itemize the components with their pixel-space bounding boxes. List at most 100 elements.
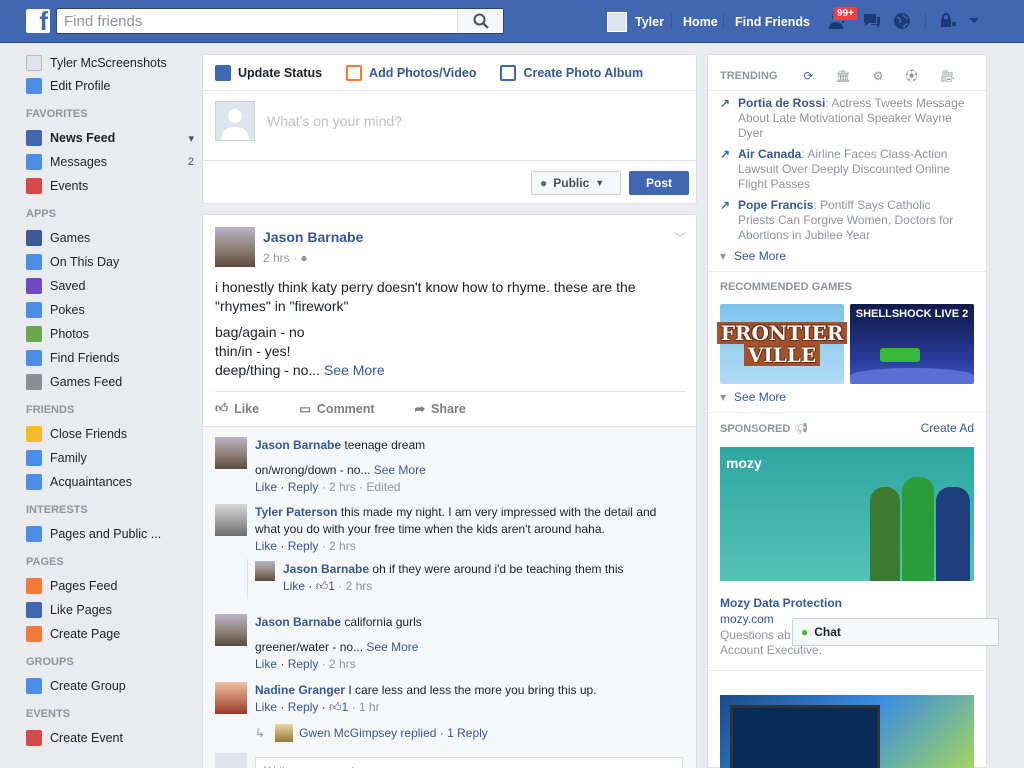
ad-image[interactable]: mozy bbox=[720, 447, 974, 581]
globe-icon[interactable] bbox=[892, 11, 912, 31]
sidebar-item-events[interactable]: Events bbox=[26, 174, 194, 198]
write-comment-input[interactable]: Write a comment... bbox=[255, 757, 683, 768]
messages-icon[interactable] bbox=[862, 11, 882, 31]
comment-reply-link[interactable]: Reply bbox=[288, 480, 319, 494]
ad-url[interactable]: mozy.com bbox=[720, 612, 774, 626]
comment-author[interactable]: Jason Barnabe bbox=[255, 615, 341, 629]
comment-button[interactable]: ▭ Comment bbox=[299, 401, 374, 417]
avatar[interactable] bbox=[215, 437, 247, 469]
find-friends-link[interactable]: Find Friends bbox=[735, 0, 810, 43]
comment-like-link[interactable]: Like bbox=[255, 700, 277, 714]
ad-title[interactable]: Mozy Data Protection bbox=[720, 596, 842, 610]
create-event-icon bbox=[26, 730, 42, 746]
audience-selector[interactable]: ● Public ▼ bbox=[531, 171, 621, 195]
sidebar-section-title[interactable]: EVENTS bbox=[26, 702, 194, 726]
sidebar-item-close-friends[interactable]: Close Friends bbox=[26, 422, 194, 446]
sidebar-item-messages[interactable]: Messages 2 bbox=[26, 150, 194, 174]
trending-item[interactable]: ↗ Pope Francis: Pontiff Says Catholic Pri… bbox=[720, 198, 968, 243]
sidebar-item-family[interactable]: Family bbox=[26, 446, 194, 470]
sidebar-item-pages-and-public[interactable]: Pages and Public ... bbox=[26, 522, 194, 546]
pages-feed-icon bbox=[26, 578, 42, 594]
avatar[interactable] bbox=[215, 504, 247, 536]
sidebar-item-like-pages[interactable]: Like Pages bbox=[26, 598, 194, 622]
trending-arrow-icon: ↗ bbox=[720, 198, 731, 212]
sidebar-item-games-feed[interactable]: Games Feed bbox=[26, 370, 194, 394]
sidebar-item-games[interactable]: Games bbox=[26, 226, 194, 250]
sidebar-item-news-feed[interactable]: News Feed ▾ bbox=[26, 126, 194, 150]
create-ad-link[interactable]: Create Ad bbox=[921, 421, 974, 435]
sidebar-item-acquaintances[interactable]: Acquaintances bbox=[26, 470, 194, 494]
game-shellshock-live-2[interactable]: SHELLSHOCK LIVE 2 bbox=[850, 304, 974, 384]
post-timestamp[interactable]: 2 hrs · ● bbox=[263, 251, 308, 265]
science-tab-icon[interactable]: ⚙ bbox=[873, 69, 884, 83]
tab-add-photos-video[interactable]: Add Photos/Video bbox=[346, 64, 476, 81]
avatar[interactable] bbox=[255, 561, 275, 581]
comment-reply-link[interactable]: Reply bbox=[288, 700, 319, 714]
sidebar-item-pages-feed[interactable]: Pages Feed bbox=[26, 574, 194, 598]
avatar[interactable] bbox=[215, 227, 255, 267]
politics-tab-icon[interactable]: 🏛︎ bbox=[836, 69, 851, 83]
sidebar-item-create-group[interactable]: Create Group bbox=[26, 674, 194, 698]
sidebar-section-title[interactable]: INTERESTS bbox=[26, 498, 194, 522]
avatar[interactable] bbox=[215, 614, 247, 646]
share-button[interactable]: ➦ Share bbox=[415, 401, 466, 417]
sidebar-item-on-this-day[interactable]: On This Day bbox=[26, 250, 194, 274]
see-more-link[interactable]: See More bbox=[366, 640, 418, 654]
post-options-chevron-icon[interactable]: ﹀ bbox=[674, 229, 686, 246]
sidebar-section-title[interactable]: PAGES bbox=[26, 550, 194, 574]
chevron-down-icon: ▼ bbox=[595, 178, 605, 188]
entertainment-tab-icon[interactable]: 🎥︎ bbox=[940, 69, 955, 83]
game-frontierville[interactable]: FRONTIER VILLE bbox=[716, 304, 848, 384]
sidebar-section-title[interactable]: FAVORITES bbox=[26, 102, 194, 126]
privacy-lock-icon[interactable] bbox=[938, 11, 958, 31]
sidebar-item-create-page[interactable]: Create Page bbox=[26, 622, 194, 646]
games-see-more-link[interactable]: See More bbox=[720, 390, 786, 404]
comment-author[interactable]: Jason Barnabe bbox=[255, 438, 341, 452]
search-button[interactable] bbox=[457, 9, 503, 33]
like-button[interactable]: 👍︎ Like bbox=[215, 401, 259, 416]
comment-reply-link[interactable]: Reply bbox=[288, 539, 319, 553]
status-input[interactable]: What's on your mind? bbox=[267, 113, 402, 129]
sports-tab-icon[interactable]: ⚽︎ bbox=[906, 67, 918, 84]
post-author[interactable]: Jason Barnabe bbox=[263, 229, 363, 245]
chevron-down-icon[interactable]: ▾ bbox=[188, 132, 194, 145]
like-pages-icon bbox=[26, 602, 42, 618]
sidebar-section-title[interactable]: FRIENDS bbox=[26, 398, 194, 422]
avatar[interactable] bbox=[215, 682, 247, 714]
comment-like-link[interactable]: Like bbox=[255, 480, 277, 494]
post-button[interactable]: Post bbox=[629, 171, 689, 195]
see-more-link[interactable]: See More bbox=[374, 463, 426, 477]
sidebar-section-title[interactable]: GROUPS bbox=[26, 650, 194, 674]
facebook-logo[interactable]: f bbox=[26, 6, 50, 36]
see-more-link[interactable]: See More bbox=[324, 362, 385, 378]
search-input[interactable] bbox=[57, 9, 457, 33]
sidebar-item-pokes[interactable]: Pokes bbox=[26, 298, 194, 322]
trending-item[interactable]: ↗ Portia de Rossi: Actress Tweets Message… bbox=[720, 96, 968, 141]
chat-bar[interactable]: ● Chat bbox=[792, 618, 999, 646]
trending-see-more-link[interactable]: See More bbox=[720, 249, 968, 263]
sidebar-profile-link[interactable]: Tyler McScreenshots bbox=[26, 52, 194, 74]
comment-like-link[interactable]: Like bbox=[255, 657, 277, 671]
sidebar-section-title[interactable]: APPS bbox=[26, 202, 194, 226]
comment-author[interactable]: Jason Barnabe bbox=[283, 562, 369, 576]
tab-update-status[interactable]: Update Status bbox=[215, 64, 322, 81]
sidebar-item-saved[interactable]: Saved bbox=[26, 274, 194, 298]
comment-author[interactable]: Nadine Granger bbox=[255, 683, 345, 697]
view-replies-link[interactable]: ↳ Gwen McGimpsey replied · 1 Reply bbox=[255, 724, 488, 742]
comment-like-link[interactable]: Like bbox=[283, 579, 305, 593]
sidebar-item-find-friends[interactable]: Find Friends bbox=[26, 346, 194, 370]
ad-image-2[interactable] bbox=[720, 695, 974, 768]
edit-profile-link[interactable]: Edit Profile bbox=[26, 74, 194, 98]
sidebar-item-label: Games Feed bbox=[50, 375, 123, 389]
trending-item[interactable]: ↗ Air Canada: Airline Faces Class-Action … bbox=[720, 147, 968, 192]
sidebar-item-create-event[interactable]: Create Event bbox=[26, 726, 194, 750]
comment-reply-link[interactable]: Reply bbox=[288, 657, 319, 671]
chevron-down-icon[interactable] bbox=[964, 11, 984, 31]
sidebar-item-photos[interactable]: Photos bbox=[26, 322, 194, 346]
profile-link[interactable]: Tyler bbox=[607, 0, 664, 43]
home-link[interactable]: Home bbox=[683, 0, 718, 43]
tab-create-photo-album[interactable]: Create Photo Album bbox=[500, 64, 643, 81]
comment-like-link[interactable]: Like bbox=[255, 539, 277, 553]
trending-tab-icon[interactable]: ⟳ bbox=[803, 69, 813, 83]
comment-author[interactable]: Tyler Paterson bbox=[255, 505, 337, 519]
